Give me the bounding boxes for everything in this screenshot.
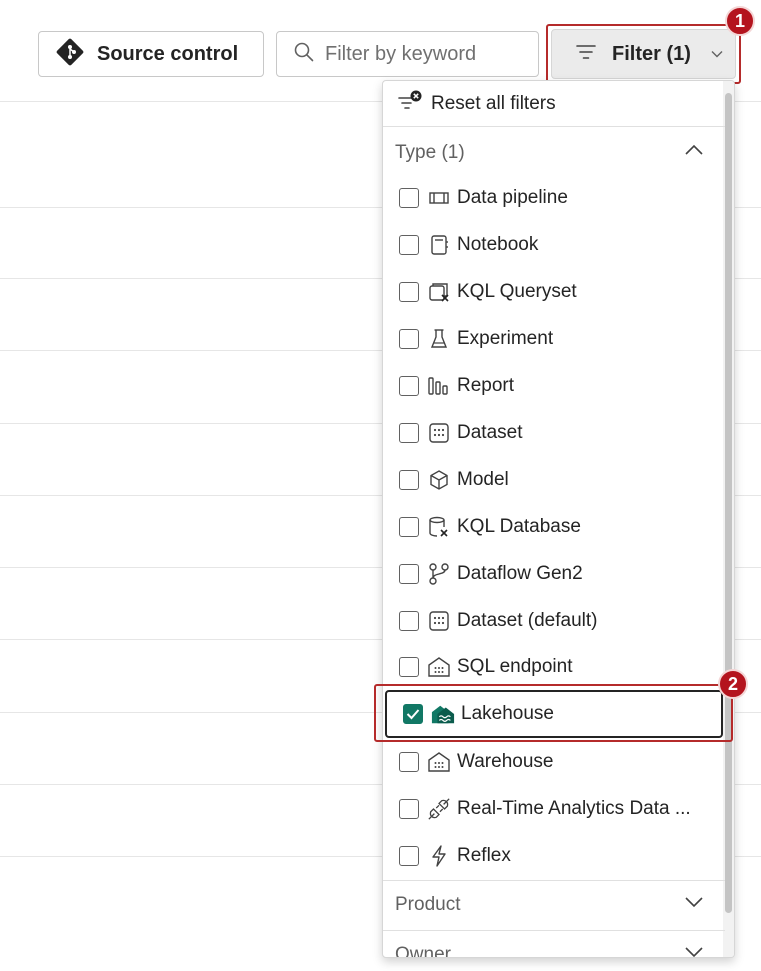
- checkbox[interactable]: [399, 329, 419, 349]
- notebook-icon: [427, 233, 451, 257]
- plug-icon: [427, 797, 451, 821]
- type-option-label: Warehouse: [457, 751, 554, 772]
- type-section-label: Type (1): [395, 142, 465, 163]
- type-option-label: Reflex: [457, 845, 511, 866]
- type-option-dataset-default[interactable]: Dataset (default): [383, 599, 725, 643]
- git-diamond-icon: [55, 37, 85, 72]
- type-option-report[interactable]: Report: [383, 364, 725, 408]
- keyword-filter-box[interactable]: [276, 31, 539, 77]
- warehouse-icon: [427, 655, 451, 679]
- checkbox[interactable]: [399, 752, 419, 772]
- source-control-label: Source control: [97, 42, 239, 65]
- checkbox[interactable]: [399, 657, 419, 677]
- type-option-dataset[interactable]: Dataset: [383, 411, 725, 455]
- type-option-label: KQL Database: [457, 516, 581, 537]
- type-option-label: SQL endpoint: [457, 656, 573, 677]
- type-option-label: Experiment: [457, 328, 554, 349]
- type-option-label: Dataflow Gen2: [457, 563, 583, 584]
- checkbox[interactable]: [399, 564, 419, 584]
- chevron-down-icon: [685, 895, 703, 913]
- kql-database-icon: [427, 515, 451, 539]
- checkbox[interactable]: [399, 282, 419, 302]
- checkbox[interactable]: [399, 846, 419, 866]
- scrollbar-thumb[interactable]: [725, 93, 732, 913]
- type-option-real-time-analytics[interactable]: Real-Time Analytics Data ...: [383, 787, 725, 831]
- reset-all-filters-button[interactable]: Reset all filters: [383, 81, 725, 127]
- type-section-header[interactable]: Type (1): [383, 128, 725, 178]
- pipeline-icon: [427, 186, 451, 210]
- type-option-kql-database[interactable]: KQL Database: [383, 505, 725, 549]
- type-option-warehouse[interactable]: Warehouse: [383, 740, 725, 784]
- kql-queryset-icon: [427, 280, 451, 304]
- type-option-label: Data pipeline: [457, 187, 568, 208]
- type-option-reflex[interactable]: Reflex: [383, 834, 725, 878]
- callout-highlight-lakehouse: [374, 684, 733, 742]
- checkbox[interactable]: [399, 423, 419, 443]
- search-icon: [293, 41, 315, 68]
- cube-icon: [427, 468, 451, 492]
- checkbox[interactable]: [399, 611, 419, 631]
- product-section-header[interactable]: Product: [383, 880, 725, 930]
- checkbox[interactable]: [399, 188, 419, 208]
- checkbox[interactable]: [399, 470, 419, 490]
- checkbox[interactable]: [399, 376, 419, 396]
- dataset-icon: [427, 421, 451, 445]
- callout-badge-1: 1: [725, 6, 755, 36]
- type-option-label: Model: [457, 469, 509, 490]
- flask-icon: [427, 327, 451, 351]
- type-option-kql-queryset[interactable]: KQL Queryset: [383, 270, 725, 314]
- dataflow-icon: [427, 562, 451, 586]
- chevron-up-icon: [685, 143, 703, 161]
- checkbox[interactable]: [399, 799, 419, 819]
- owner-section-header[interactable]: Owner: [383, 930, 725, 958]
- type-option-notebook[interactable]: Notebook: [383, 223, 725, 267]
- source-control-button[interactable]: Source control: [38, 31, 264, 77]
- filter-dropdown-panel: Reset all filters Type (1) Data pipeline…: [382, 80, 735, 958]
- type-option-label: Real-Time Analytics Data ...: [457, 798, 691, 819]
- dataset-icon: [427, 609, 451, 633]
- warehouse-icon: [427, 750, 451, 774]
- chevron-down-icon: [685, 945, 703, 957]
- type-option-label: Report: [457, 375, 515, 396]
- type-option-sql-endpoint[interactable]: SQL endpoint: [383, 645, 725, 689]
- type-option-experiment[interactable]: Experiment: [383, 317, 725, 361]
- clear-filter-icon: [397, 89, 423, 118]
- type-option-dataflow-gen2[interactable]: Dataflow Gen2: [383, 552, 725, 596]
- type-option-label: Dataset (default): [457, 610, 598, 631]
- type-option-label: KQL Queryset: [457, 281, 577, 302]
- keyword-filter-input[interactable]: [325, 42, 535, 66]
- type-option-label: Notebook: [457, 234, 539, 255]
- reset-all-filters-label: Reset all filters: [431, 92, 556, 114]
- product-section-label: Product: [395, 894, 461, 915]
- type-option-model[interactable]: Model: [383, 458, 725, 502]
- checkbox[interactable]: [399, 517, 419, 537]
- callout-highlight-filter: [546, 24, 741, 84]
- owner-section-label: Owner: [395, 944, 451, 958]
- checkbox[interactable]: [399, 235, 419, 255]
- lightning-icon: [427, 844, 451, 868]
- callout-badge-2: 2: [718, 669, 748, 699]
- type-option-label: Dataset: [457, 422, 523, 443]
- report-icon: [427, 374, 451, 398]
- type-option-data-pipeline[interactable]: Data pipeline: [383, 176, 725, 220]
